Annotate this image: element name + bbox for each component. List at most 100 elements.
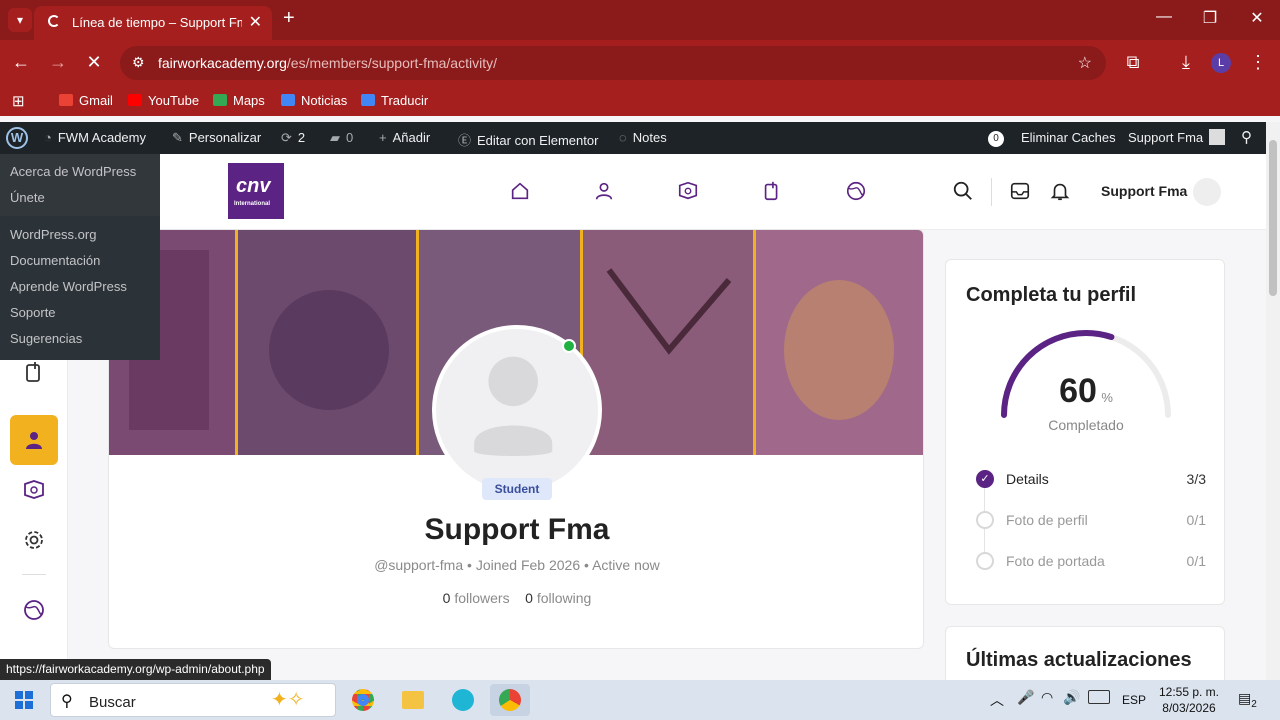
progress-label: Completado <box>1048 417 1124 433</box>
bell-icon[interactable] <box>1049 180 1071 202</box>
step-details[interactable]: ✓ Details 3/3 <box>976 470 1206 490</box>
complete-profile-widget: Completa tu perfil 60 % Completado ✓ Det… <box>945 259 1225 605</box>
wp-user-avatar[interactable] <box>1209 129 1225 145</box>
site-settings-icon[interactable]: ⚙ <box>132 54 145 71</box>
wp-comments[interactable]: ▰ 0 <box>330 130 353 146</box>
clipboard-icon[interactable] <box>761 180 783 202</box>
wp-search-icon[interactable]: ⚲ <box>1241 128 1252 146</box>
menu-learn-wordpress[interactable]: Aprende WordPress <box>0 274 160 300</box>
profile-meta: @support-fma • Joined Feb 2026 • Active … <box>374 557 660 573</box>
wp-user-menu[interactable]: Support Fma <box>1128 130 1203 145</box>
close-window-icon[interactable]: ✕ <box>1243 8 1271 28</box>
wp-add-new[interactable]: + Añadir <box>379 130 430 145</box>
search-icon[interactable] <box>952 180 974 202</box>
progress-percent: 60 % <box>1059 372 1113 410</box>
wp-clear-cache[interactable]: Eliminar Caches <box>1021 130 1116 145</box>
menu-feedback[interactable]: Sugerencias <box>0 326 160 352</box>
bookmark-youtube[interactable]: YouTube <box>128 93 199 108</box>
close-tab-icon[interactable]: ✕ <box>249 12 262 32</box>
windows-taskbar: ⚲ Buscar ✦✧ ︿ 🎤 ◠ 🔊 ESP 12:55 p. m. 8/03/… <box>0 680 1280 720</box>
chrome-taskbar-icon[interactable] <box>343 684 383 716</box>
url-text: fairworkacademy.org/es/members/support-f… <box>158 55 497 71</box>
menu-wordpress-org[interactable]: WordPress.org <box>0 222 160 248</box>
courses-icon[interactable] <box>677 180 699 202</box>
cnv-logo[interactable]: cnv International <box>228 163 284 219</box>
following-link[interactable]: 0 following <box>525 590 591 606</box>
scrollbar-thumb[interactable] <box>1269 140 1277 296</box>
restore-window-icon[interactable]: ❐ <box>1196 8 1224 28</box>
bookmark-gmail[interactable]: Gmail <box>59 93 113 108</box>
menu-support[interactable]: Soporte <box>0 300 160 326</box>
microphone-icon[interactable]: 🎤 <box>1017 689 1034 706</box>
taskbar-search-box[interactable]: ⚲ Buscar ✦✧ <box>50 683 336 717</box>
keyboard-icon[interactable] <box>1088 690 1110 704</box>
browser-tab-bar: ▾ Línea de tiempo – Support Fma ✕ + — ❐ … <box>0 0 1280 40</box>
rail-divider <box>22 574 46 575</box>
windows-start-icon[interactable] <box>15 691 33 709</box>
step-cover-photo[interactable]: Foto de portada 0/1 <box>976 552 1206 572</box>
member-type-badge: Student <box>482 478 552 500</box>
rail-settings-icon[interactable] <box>22 528 46 552</box>
minimize-window-icon[interactable]: — <box>1150 8 1178 26</box>
sparkle-icon: ✦✧ <box>271 689 305 711</box>
tab-list-chevron-icon[interactable]: ▾ <box>8 8 32 32</box>
wifi-icon[interactable]: ◠ <box>1041 689 1053 706</box>
rail-courses-icon[interactable] <box>22 478 46 502</box>
stop-loading-icon[interactable]: ✕ <box>81 52 107 73</box>
back-icon[interactable]: ← <box>8 52 34 73</box>
profile-avatar-placeholder[interactable] <box>432 325 602 495</box>
plus-icon: + <box>379 130 387 145</box>
link-status-bubble: https://fairworkacademy.org/wp-admin/abo… <box>0 659 271 680</box>
download-icon[interactable]: ⤓ <box>1173 52 1199 73</box>
loading-spinner-icon <box>48 15 60 27</box>
browser-menu-icon[interactable]: ⋮ <box>1245 52 1271 73</box>
new-tab-icon[interactable]: + <box>283 7 295 30</box>
rail-globe-icon[interactable] <box>22 598 46 622</box>
empty-circle-icon <box>976 511 994 529</box>
globe-icon[interactable] <box>845 180 867 202</box>
wp-site-name[interactable]: ◔ FWM Academy <box>44 130 146 145</box>
bookmark-maps[interactable]: Maps <box>213 93 265 108</box>
apps-grid-icon[interactable]: ⊞ <box>12 92 25 110</box>
bookmark-news[interactable]: Noticias <box>281 93 347 108</box>
rail-clipboard-icon[interactable] <box>22 360 46 384</box>
taskbar-clock[interactable]: 12:55 p. m. 8/03/2026 <box>1157 684 1221 716</box>
menu-about-wordpress[interactable]: Acerca de WordPress <box>0 164 160 190</box>
tray-chevron-icon[interactable]: ︿ <box>990 690 1004 710</box>
check-icon: ✓ <box>976 470 994 488</box>
page-scrollbar[interactable] <box>1266 122 1280 680</box>
wp-notes[interactable]: ◌ Notes <box>619 130 667 145</box>
header-divider <box>991 178 992 206</box>
extensions-icon[interactable]: ⧉ <box>1120 52 1146 73</box>
browser-tab-active[interactable]: Línea de tiempo – Support Fma ✕ <box>34 6 272 40</box>
profile-avatar[interactable]: L <box>1211 53 1231 73</box>
header-user-name[interactable]: Support Fma <box>1101 183 1187 199</box>
wp-menu-group-about: Acerca de WordPress Únete <box>0 154 160 216</box>
file-explorer-taskbar-icon[interactable] <box>393 684 433 716</box>
home-icon[interactable] <box>509 180 531 202</box>
language-indicator[interactable]: ESP <box>1122 693 1146 707</box>
notification-center-icon[interactable]: ▤2 <box>1238 690 1257 710</box>
bookmark-star-icon[interactable]: ☆ <box>1078 53 1092 73</box>
user-icon[interactable] <box>593 180 615 202</box>
menu-documentation[interactable]: Documentación <box>0 248 160 274</box>
step-profile-photo[interactable]: Foto de perfil 0/1 <box>976 511 1206 531</box>
followers-link[interactable]: 0 followers <box>443 590 510 606</box>
wp-elementor[interactable]: Ⓔ Editar con Elementor <box>458 130 598 149</box>
bookmark-translate[interactable]: Traducir <box>361 93 428 108</box>
wp-updates[interactable]: ⟳ 2 <box>281 130 305 146</box>
canva-taskbar-icon[interactable] <box>443 684 483 716</box>
volume-icon[interactable]: 🔊 <box>1063 689 1080 706</box>
address-bar[interactable]: ⚙ fairworkacademy.org/es/members/support… <box>120 46 1106 80</box>
site-header: cnv International Support Fma <box>0 154 1266 230</box>
forward-icon[interactable]: → <box>45 52 71 73</box>
header-avatar[interactable] <box>1193 178 1221 206</box>
updates-icon: ⟳ <box>281 130 292 145</box>
rail-user-icon[interactable] <box>22 428 46 452</box>
menu-join[interactable]: Únete <box>0 190 160 216</box>
inbox-icon[interactable] <box>1009 180 1031 202</box>
tab-title: Línea de tiempo – Support Fma <box>72 15 242 30</box>
wordpress-logo-icon[interactable]: W <box>6 127 28 149</box>
wp-customize[interactable]: ✎ Personalizar <box>172 130 261 146</box>
chrome-profile-taskbar-icon[interactable] <box>490 684 530 716</box>
